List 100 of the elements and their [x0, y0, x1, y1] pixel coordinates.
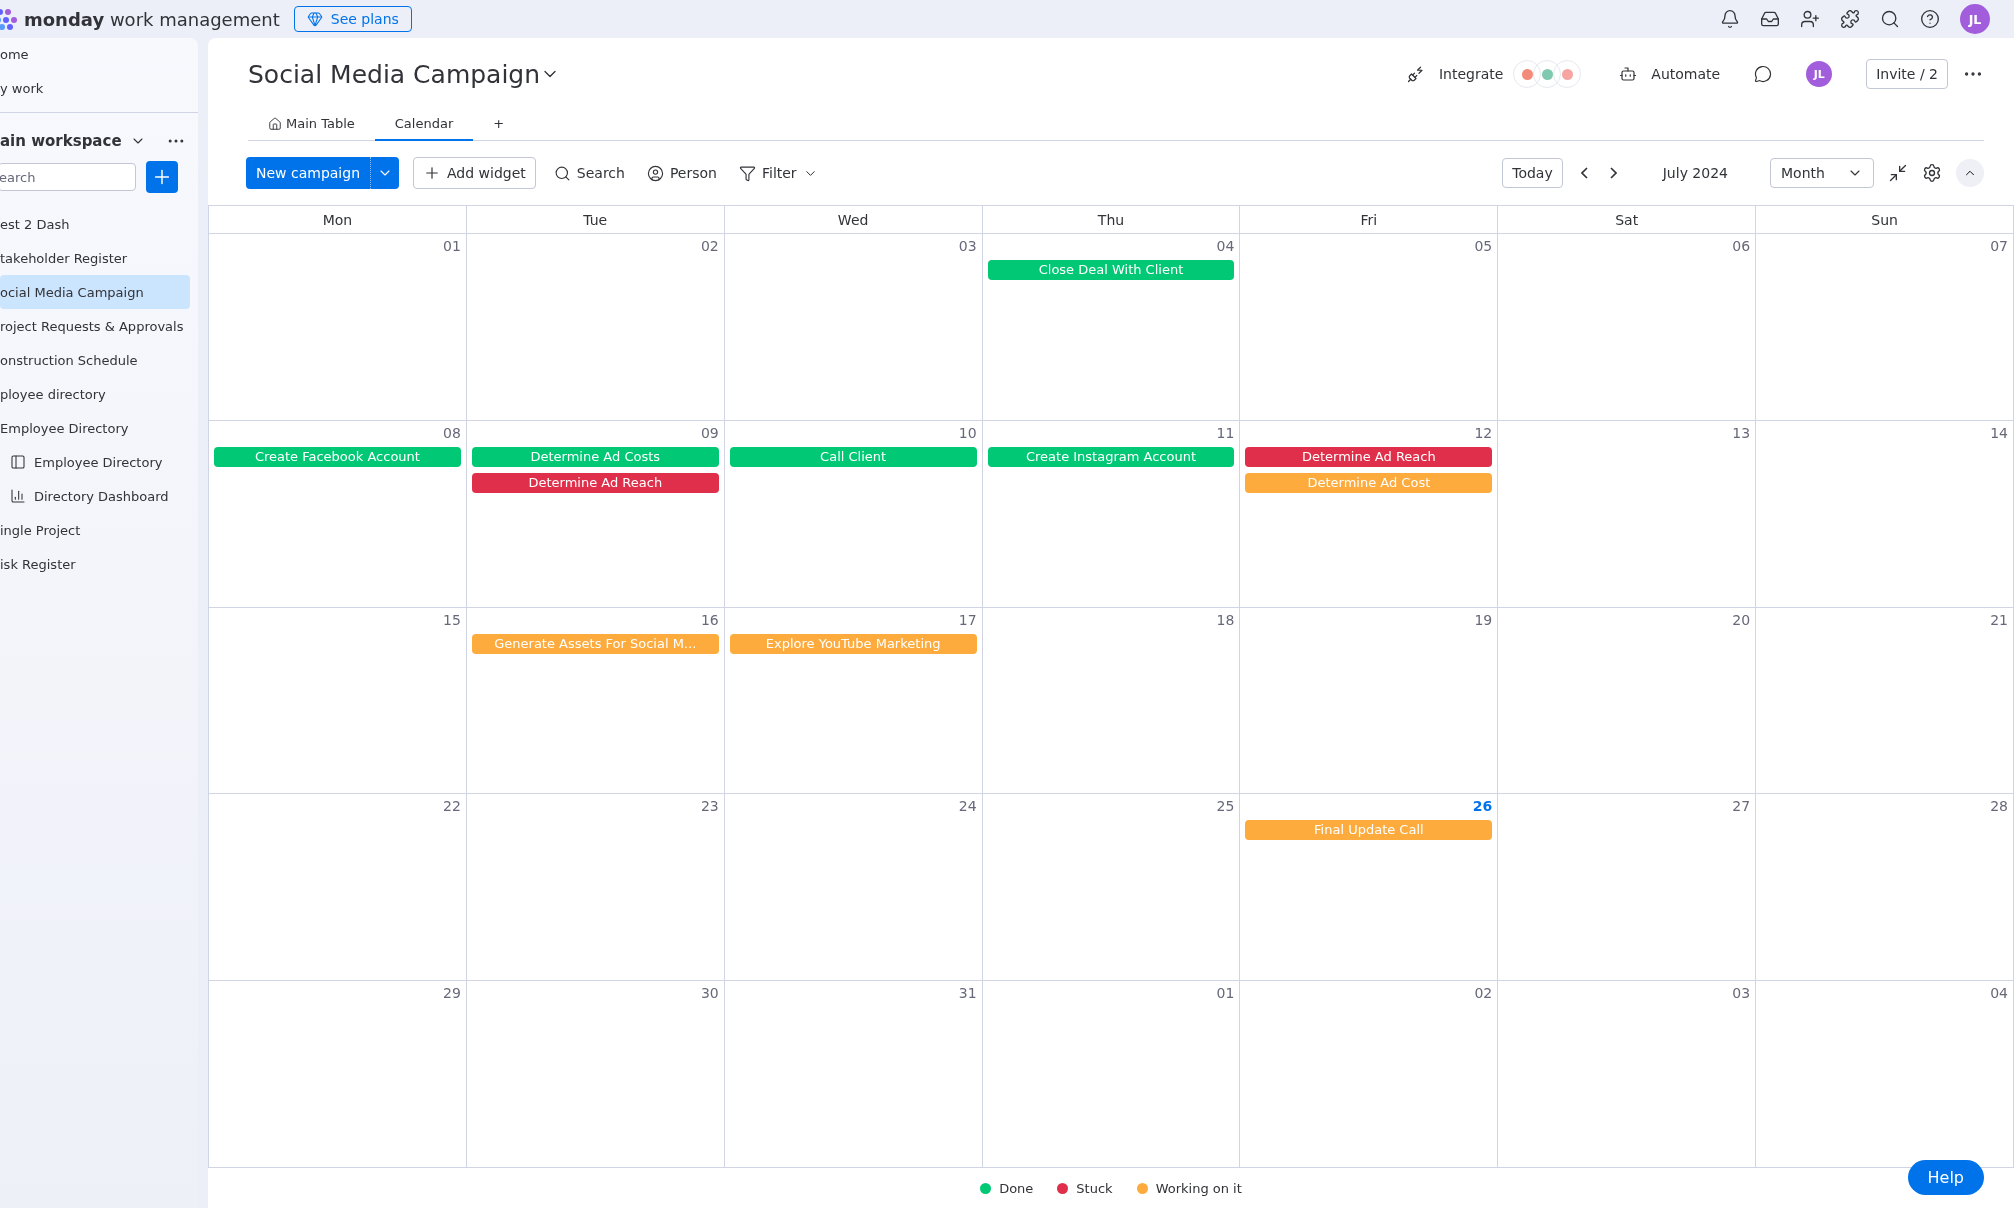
add-button[interactable] — [146, 161, 178, 193]
weekday-header: Sun — [1756, 206, 2014, 234]
new-campaign-button[interactable]: New campaign — [246, 157, 399, 189]
day-number: 13 — [1732, 424, 1751, 441]
add-person-icon[interactable] — [1800, 9, 1820, 29]
day-number: 07 — [1990, 238, 2008, 254]
logo-icon — [0, 8, 18, 30]
bell-icon[interactable] — [1720, 9, 1740, 29]
view-tab[interactable]: Calendar — [374, 116, 474, 141]
day-number: 11 — [1216, 424, 1235, 441]
day-number: 25 — [1216, 798, 1235, 815]
sidebar-item[interactable]: Directory Dashboard — [0, 479, 190, 513]
day-number: 17 — [958, 611, 977, 628]
day-number: 01 — [443, 238, 461, 254]
chat-icon[interactable] — [1754, 65, 1773, 83]
day-number: 19 — [1474, 611, 1493, 628]
user-avatar[interactable]: JL — [1806, 61, 1833, 87]
view-select[interactable]: Month — [1770, 158, 1874, 188]
settings-icon[interactable] — [1922, 163, 1942, 183]
weekday-header: Tue — [466, 206, 725, 234]
day-number: 26 — [1472, 798, 1493, 815]
event-bar[interactable]: Determine Ad Reach — [1245, 446, 1493, 467]
day-number: 12 — [1474, 424, 1493, 441]
add-view-tab[interactable]: + — [473, 116, 525, 141]
search-icon — [553, 164, 571, 182]
day-number: 15 — [443, 611, 461, 628]
sidebar-item[interactable]: roject Requests & Approvals — [0, 309, 190, 343]
filter-icon — [738, 164, 756, 182]
see-plans-button[interactable]: See plans — [293, 6, 412, 32]
sidebar-item[interactable]: ingle Project — [0, 513, 190, 547]
day-number: 24 — [958, 798, 977, 815]
day-number: 30 — [700, 985, 719, 1002]
sidebar-item[interactable]: onstruction Schedule — [0, 343, 190, 377]
sidebar-item[interactable]: ployee directory — [0, 377, 190, 411]
plug-icon — [1406, 65, 1425, 83]
day-number: 28 — [1990, 798, 2008, 815]
filter-button[interactable]: Filter — [734, 160, 822, 186]
diamond-icon — [306, 11, 323, 27]
day-number: 04 — [1990, 985, 2008, 1002]
day-number: 16 — [700, 611, 719, 628]
weekday-header: Fri — [1240, 206, 1499, 234]
chart-icon — [10, 488, 26, 504]
event-bar[interactable]: Determine Ad Reach — [471, 472, 719, 493]
day-number: 10 — [958, 424, 977, 441]
day-number: 03 — [958, 238, 977, 254]
day-number: 08 — [443, 424, 461, 441]
person-icon — [646, 164, 664, 182]
home-icon — [268, 116, 282, 131]
nav-item[interactable]: ome — [0, 38, 198, 72]
day-number: 02 — [700, 238, 719, 254]
month-label: July 2024 — [1662, 165, 1728, 181]
sidebar-item[interactable]: Employee Directory — [0, 445, 190, 479]
add-widget-button[interactable]: Add widget — [413, 157, 536, 189]
day-number: 20 — [1732, 611, 1751, 628]
robot-icon — [1619, 65, 1638, 83]
puzzle-icon[interactable] — [1840, 9, 1860, 29]
sidebar-item[interactable]: isk Register — [0, 547, 190, 581]
collapse-icon[interactable] — [1888, 163, 1908, 183]
day-number: 31 — [958, 985, 977, 1002]
help-button[interactable]: Help — [1907, 1160, 1984, 1195]
day-number: 01 — [1216, 985, 1235, 1002]
sidebar-item[interactable]: takeholder Register — [0, 241, 190, 275]
day-number: 22 — [443, 798, 461, 815]
sidebar-item[interactable]: est 2 Dash — [0, 207, 190, 241]
automate-label[interactable]: Automate — [1651, 66, 1721, 82]
view-tab[interactable]: Main Table — [248, 116, 375, 141]
day-number: 14 — [1990, 424, 2008, 441]
search-button[interactable]: Search — [549, 160, 629, 186]
weekday-header: Wed — [724, 206, 983, 234]
day-number: 03 — [1732, 985, 1751, 1002]
day-number: 29 — [443, 985, 461, 1002]
board-title: Social Media Campaign — [248, 59, 541, 89]
search-field[interactable]: earch — [0, 163, 136, 191]
day-number: 04 — [1216, 238, 1235, 254]
sidebar-item[interactable]: ocial Media Campaign — [0, 275, 190, 309]
brand-name: monday work management — [24, 8, 280, 30]
day-number: 02 — [1474, 985, 1493, 1002]
day-number: 06 — [1732, 238, 1751, 254]
workspace-name[interactable]: ain workspace — [0, 132, 122, 150]
weekday-header: Thu — [982, 206, 1241, 234]
person-button[interactable]: Person — [642, 160, 721, 186]
board-icon — [10, 454, 26, 470]
day-number: 27 — [1732, 798, 1751, 815]
day-number: 05 — [1474, 238, 1493, 254]
day-number: 09 — [700, 424, 719, 441]
search-icon[interactable] — [1880, 9, 1900, 29]
user-avatar[interactable]: JL — [1960, 4, 1990, 34]
help-icon[interactable] — [1920, 9, 1940, 29]
day-number: 21 — [1990, 611, 2008, 628]
inbox-icon[interactable] — [1760, 9, 1780, 29]
chevron-left-icon — [1580, 167, 1588, 179]
today-button[interactable]: Today — [1502, 158, 1563, 188]
legend-label: Done — [999, 1180, 1034, 1196]
day-number: 18 — [1216, 611, 1235, 628]
nav-item[interactable]: y work — [0, 72, 198, 106]
weekday-header: Mon — [209, 206, 467, 234]
invite-button[interactable]: Invite / 2 — [1866, 59, 1948, 89]
plus-icon — [423, 164, 441, 182]
integrate-label[interactable]: Integrate — [1438, 66, 1504, 82]
sidebar-item[interactable]: Employee Directory — [0, 411, 190, 445]
